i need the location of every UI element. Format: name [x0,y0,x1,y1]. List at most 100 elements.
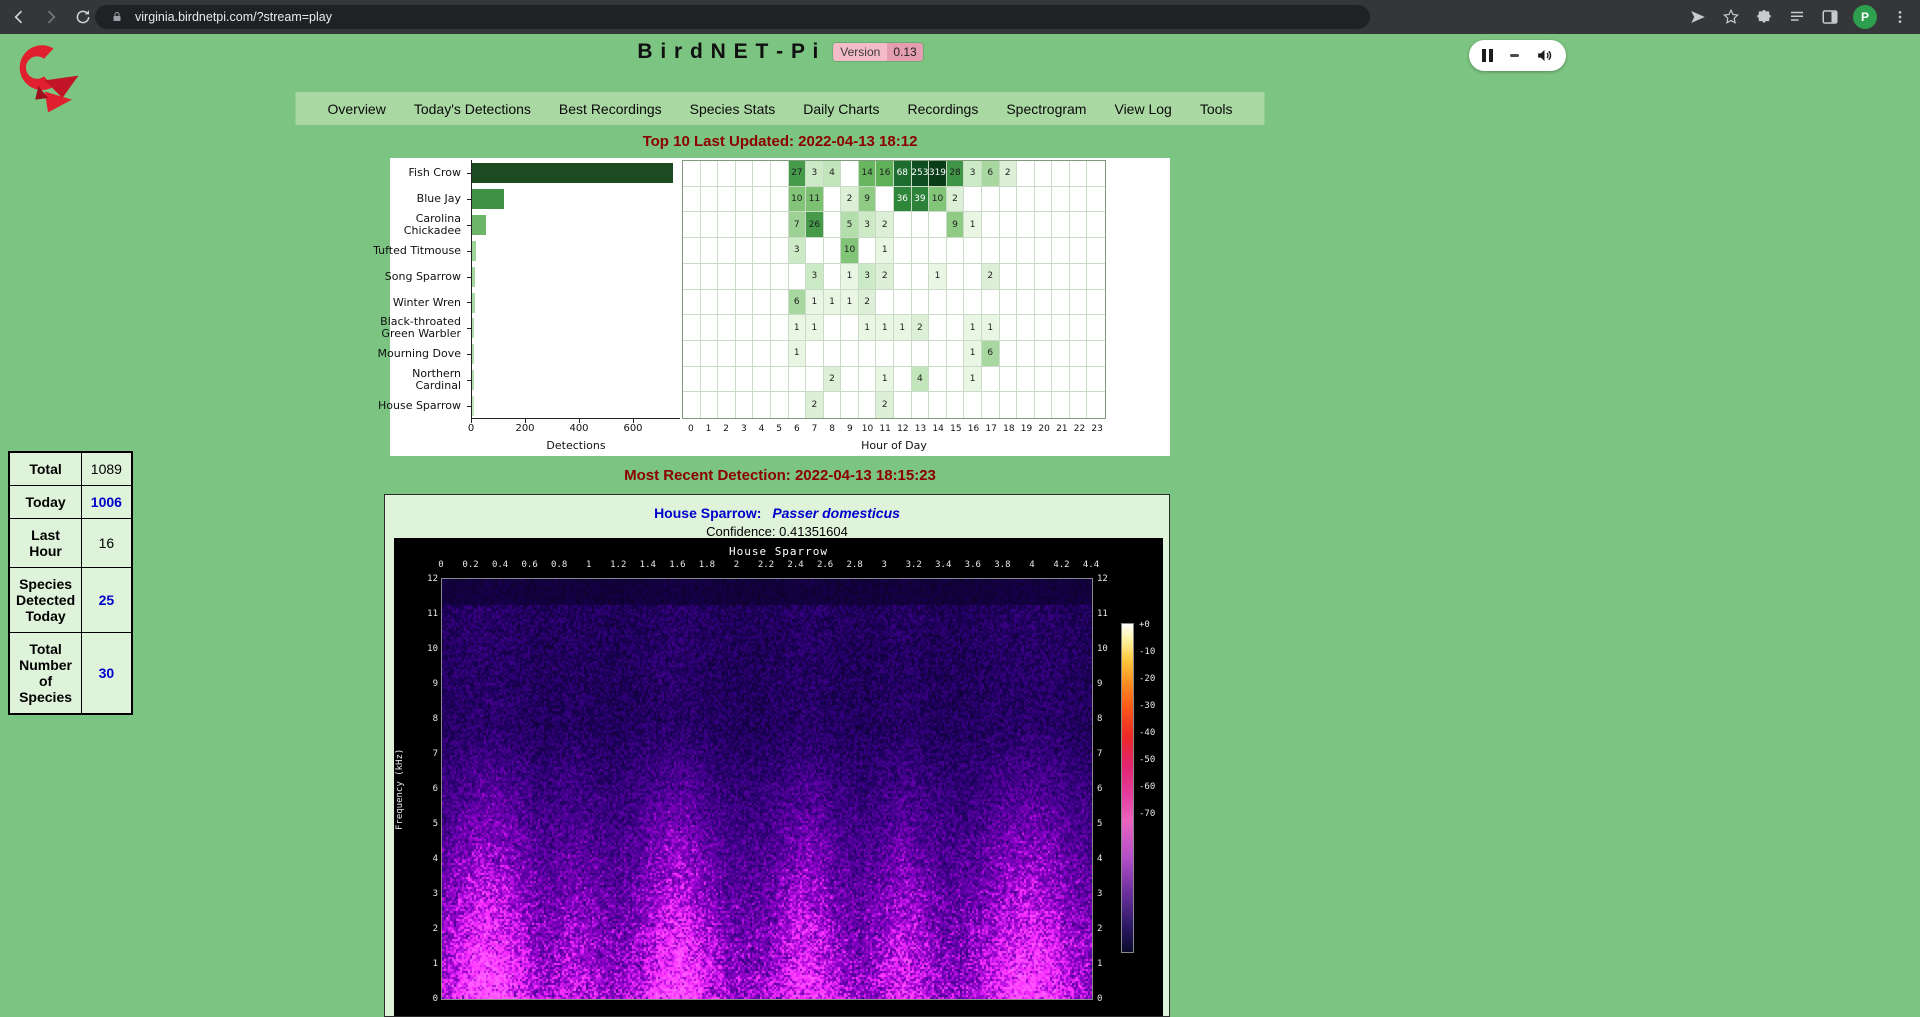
stat-value-today[interactable]: 1006 [82,486,132,519]
hour-label-18: 18 [1000,424,1018,434]
heatmap-cell: 2 [841,187,859,213]
nav-item-daily-charts[interactable]: Daily Charts [789,101,893,117]
heatmap-cell [964,264,982,290]
stats-table-body: Total1089Today1006Last Hour16Species Det… [9,452,132,714]
browser-menu-icon[interactable] [1890,7,1910,27]
heatmap-cell [1087,212,1105,238]
heatmap-cell: 1 [824,290,842,316]
nav-item-view-log[interactable]: View Log [1100,101,1185,117]
stats-row: Species Detected Today25 [9,568,132,633]
top10-label: Top 10 Last Updated: [643,133,794,150]
heatmap-cell [771,341,789,367]
heatmap-cell [701,161,719,187]
heatmap-cell [1035,315,1053,341]
heatmap-cell [753,212,771,238]
nav-item-overview[interactable]: Overview [313,101,399,117]
heatmap-cell [859,238,877,264]
bar-xtick-400: 400 [569,423,588,434]
stat-value-species-detected-today[interactable]: 25 [82,568,132,633]
heatmap-cell [1035,238,1053,264]
species-label-song-sparrow: Song Sparrow [373,264,467,290]
heatmap-cell [1000,212,1018,238]
heatmap-cell [841,315,859,341]
heatmap-cell [1070,212,1088,238]
heatmap-cell [771,187,789,213]
freq-tick-left-11: 11 [412,609,438,619]
heatmap-cell: 68 [894,161,912,187]
heatmap-cell [824,315,842,341]
heatmap-cell [894,341,912,367]
freq-tick-left-9: 9 [412,679,438,689]
forward-button[interactable] [38,4,64,30]
bookmark-star-icon[interactable] [1721,7,1741,27]
heatmap-cell [718,367,736,393]
heatmap-cell [982,187,1000,213]
heatmap-cell [753,290,771,316]
species-label-fish-crow: Fish Crow [373,160,467,186]
profile-avatar[interactable]: P [1853,5,1877,29]
heatmap-cell: 5 [841,212,859,238]
nav-item-species-stats[interactable]: Species Stats [676,101,790,117]
heatmap-cell: 1 [876,238,894,264]
stats-row: Total1089 [9,452,132,486]
colorbar-tick-4: -40 [1139,728,1155,738]
heatmap-cell [771,290,789,316]
nav-item-best-recordings[interactable]: Best Recordings [545,101,676,117]
heatmap-cell: 2 [824,367,842,393]
hour-label-16: 16 [965,424,983,434]
heatmap-cell [1087,264,1105,290]
nav-item-tools[interactable]: Tools [1186,101,1247,117]
heatmap-cell [1017,315,1035,341]
heatmap-cell [1087,315,1105,341]
chart-heatmap: 2734141668253319283621011293639102726532… [682,160,1106,419]
nav-item-today-s-detections[interactable]: Today's Detections [400,101,545,117]
heatmap-cell: 2 [859,290,877,316]
heatmap-cell: 1 [806,315,824,341]
detections-bar-northern-cardinal [472,370,474,390]
heatmap-cell [947,367,965,393]
heatmap-cell [683,315,701,341]
heatmap-cell [683,161,701,187]
forward-arrow-icon [41,7,61,27]
heatmap-cell: 10 [841,238,859,264]
reading-list-icon[interactable] [1787,7,1807,27]
chart-hour-labels: 01234567891011121314151617181920212223 [682,424,1106,434]
heatmap-cell [753,392,771,418]
species-label-winter-wren: Winter Wren [373,290,467,316]
heatmap-cell [736,238,754,264]
heatmap-cell [736,212,754,238]
nav-item-spectrogram[interactable]: Spectrogram [992,101,1100,117]
nav-item-recordings[interactable]: Recordings [894,101,993,117]
heatmap-cell [876,341,894,367]
top10-heading: Top 10 Last Updated: 2022-04-13 18:12 [0,133,1560,150]
address-bar[interactable]: virginia.birdnetpi.com/?stream=play [95,5,1370,29]
hour-label-8: 8 [823,424,841,434]
freq-tick-right-5: 5 [1097,819,1102,829]
back-button[interactable] [6,4,32,30]
heatmap-cell [753,264,771,290]
heatmap-cell [1000,238,1018,264]
extensions-puzzle-icon[interactable] [1754,7,1774,27]
heatmap-cell: 1 [964,367,982,393]
heatmap-cell: 7 [789,212,807,238]
header: B i r d N E T - P i Version 0.13 [0,40,1560,64]
stat-value-total-number-of-species[interactable]: 30 [82,633,132,715]
species-label-northern-cardinal: Northern Cardinal [373,367,467,393]
send-icon[interactable] [1688,7,1708,27]
heatmap-cell [1000,392,1018,418]
heatmap-cell: 10 [789,187,807,213]
heatmap-cell [912,341,930,367]
hour-label-19: 19 [1018,424,1036,434]
heatmap-cell [806,367,824,393]
side-panel-icon[interactable] [1820,7,1840,27]
detections-bar-tufted-titmouse [472,241,476,261]
reload-button[interactable] [70,4,96,30]
detection-species-link[interactable]: House Sparrow: Passer domesticus [654,505,900,521]
freq-tick-left-12: 12 [412,574,438,584]
stat-label-last-hour: Last Hour [9,519,82,568]
heatmap-cell [1017,264,1035,290]
heatmap-cell [753,315,771,341]
heatmap-cell [789,392,807,418]
heatmap-cell [824,238,842,264]
heatmap-cell [1035,187,1053,213]
